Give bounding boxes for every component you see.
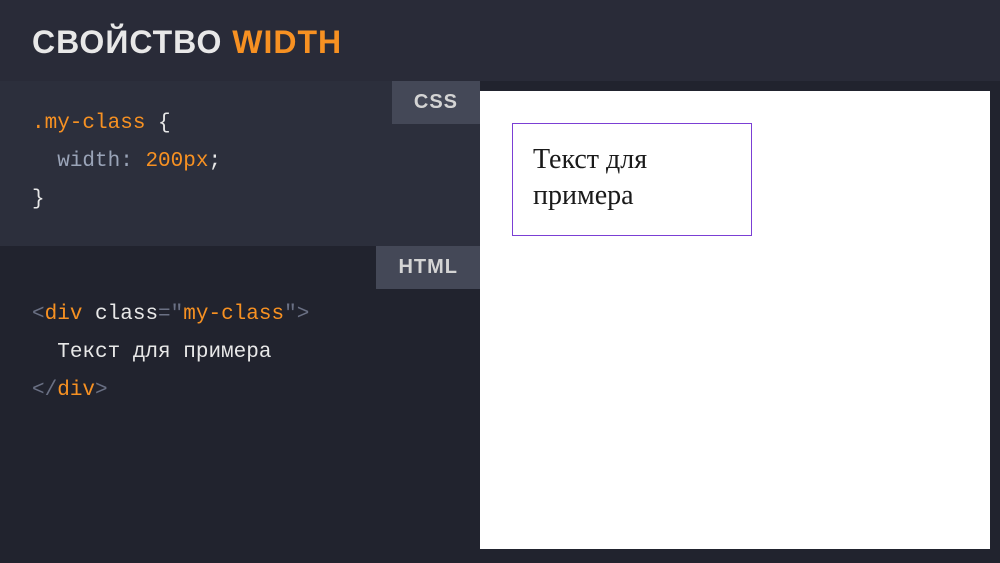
- title-accent: WIDTH: [232, 24, 342, 60]
- html-space: [82, 303, 95, 326]
- content-area: CSS .my-class { width: 200px; } HTML <di…: [0, 81, 1000, 559]
- slide-title: СВОЙСТВО WIDTH: [32, 24, 968, 61]
- html-gt1: >: [297, 303, 310, 326]
- example-box: Текст для примера: [512, 123, 752, 236]
- css-panel: CSS .my-class { width: 200px; }: [0, 81, 480, 246]
- css-tab-label: CSS: [392, 81, 480, 124]
- html-indent: [32, 341, 57, 364]
- html-text: Текст для примера: [57, 341, 271, 364]
- html-code: <div class="my-class"> Текст для примера…: [32, 296, 448, 409]
- css-colon: :: [120, 150, 145, 173]
- html-panel: HTML <div class="my-class"> Текст для пр…: [0, 246, 480, 559]
- html-eq: =: [158, 303, 171, 326]
- html-tag-open: div: [45, 303, 83, 326]
- css-property: width: [57, 150, 120, 173]
- html-attr-val: my-class: [183, 303, 284, 326]
- html-q2: ": [284, 303, 297, 326]
- html-tag-close: div: [57, 379, 95, 402]
- css-code: .my-class { width: 200px; }: [32, 105, 448, 218]
- example-text: Текст для примера: [533, 144, 647, 211]
- css-value: 200px: [145, 150, 208, 173]
- title-prefix: СВОЙСТВО: [32, 24, 232, 60]
- html-gt2: >: [95, 379, 108, 402]
- css-semicolon: ;: [208, 150, 221, 173]
- slide-header: СВОЙСТВО WIDTH: [0, 0, 1000, 81]
- html-q1: ": [171, 303, 184, 326]
- code-panels: CSS .my-class { width: 200px; } HTML <di…: [0, 81, 480, 559]
- css-indent: [32, 150, 57, 173]
- css-brace-close: }: [32, 188, 45, 211]
- css-brace-open: {: [145, 112, 170, 135]
- css-selector: .my-class: [32, 112, 145, 135]
- html-tab-label: HTML: [376, 246, 480, 289]
- preview-panel: Текст для примера: [480, 91, 990, 549]
- html-lt2: </: [32, 379, 57, 402]
- html-attr: class: [95, 303, 158, 326]
- html-lt1: <: [32, 303, 45, 326]
